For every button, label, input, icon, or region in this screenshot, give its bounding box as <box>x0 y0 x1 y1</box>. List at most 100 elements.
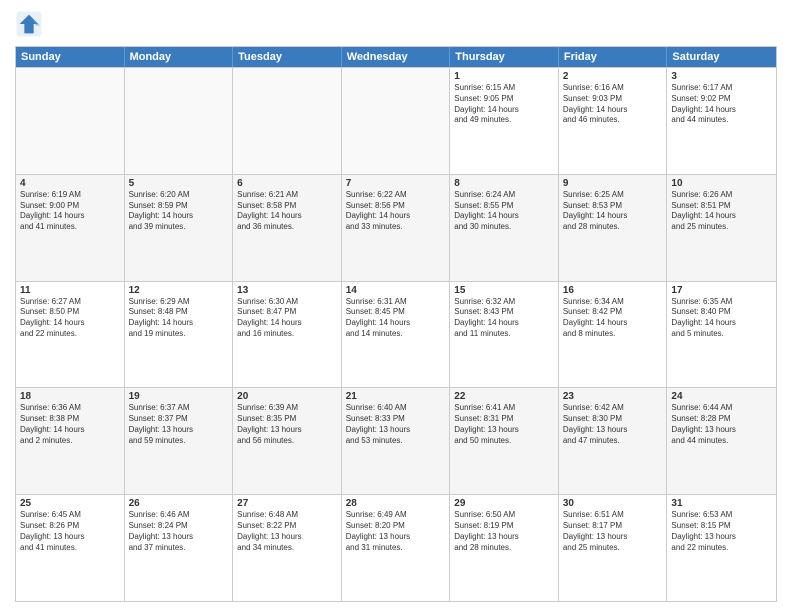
cal-cell-r0-c4: 1Sunrise: 6:15 AMSunset: 9:05 PMDaylight… <box>450 68 559 174</box>
day-number-17: 17 <box>671 285 772 296</box>
cal-cell-r1-c3: 7Sunrise: 6:22 AMSunset: 8:56 PMDaylight… <box>342 175 451 281</box>
cal-cell-r2-c0: 11Sunrise: 6:27 AMSunset: 8:50 PMDayligh… <box>16 282 125 388</box>
cal-cell-r1-c4: 8Sunrise: 6:24 AMSunset: 8:55 PMDaylight… <box>450 175 559 281</box>
cell-text-3: Sunrise: 6:17 AMSunset: 9:02 PMDaylight:… <box>671 83 772 126</box>
cal-cell-r0-c5: 2Sunrise: 6:16 AMSunset: 9:03 PMDaylight… <box>559 68 668 174</box>
weekday-wednesday: Wednesday <box>342 47 451 67</box>
day-number-30: 30 <box>563 498 663 509</box>
calendar-header: Sunday Monday Tuesday Wednesday Thursday… <box>16 47 776 67</box>
day-number-7: 7 <box>346 178 446 189</box>
cal-cell-r4-c1: 26Sunrise: 6:46 AMSunset: 8:24 PMDayligh… <box>125 495 234 601</box>
day-number-15: 15 <box>454 285 554 296</box>
day-number-28: 28 <box>346 498 446 509</box>
cal-cell-r3-c3: 21Sunrise: 6:40 AMSunset: 8:33 PMDayligh… <box>342 388 451 494</box>
cal-cell-r0-c1 <box>125 68 234 174</box>
cell-text-14: Sunrise: 6:31 AMSunset: 8:45 PMDaylight:… <box>346 297 446 340</box>
cell-text-21: Sunrise: 6:40 AMSunset: 8:33 PMDaylight:… <box>346 403 446 446</box>
calendar: Sunday Monday Tuesday Wednesday Thursday… <box>15 46 777 602</box>
cell-text-6: Sunrise: 6:21 AMSunset: 8:58 PMDaylight:… <box>237 190 337 233</box>
cal-cell-r2-c2: 13Sunrise: 6:30 AMSunset: 8:47 PMDayligh… <box>233 282 342 388</box>
day-number-23: 23 <box>563 391 663 402</box>
weekday-saturday: Saturday <box>667 47 776 67</box>
cal-cell-r0-c0 <box>16 68 125 174</box>
cell-text-31: Sunrise: 6:53 AMSunset: 8:15 PMDaylight:… <box>671 510 772 553</box>
day-number-4: 4 <box>20 178 120 189</box>
calendar-row-2: 11Sunrise: 6:27 AMSunset: 8:50 PMDayligh… <box>16 281 776 388</box>
cell-text-30: Sunrise: 6:51 AMSunset: 8:17 PMDaylight:… <box>563 510 663 553</box>
day-number-16: 16 <box>563 285 663 296</box>
cell-text-29: Sunrise: 6:50 AMSunset: 8:19 PMDaylight:… <box>454 510 554 553</box>
cal-cell-r4-c5: 30Sunrise: 6:51 AMSunset: 8:17 PMDayligh… <box>559 495 668 601</box>
weekday-monday: Monday <box>125 47 234 67</box>
day-number-25: 25 <box>20 498 120 509</box>
cell-text-4: Sunrise: 6:19 AMSunset: 9:00 PMDaylight:… <box>20 190 120 233</box>
cell-text-16: Sunrise: 6:34 AMSunset: 8:42 PMDaylight:… <box>563 297 663 340</box>
cal-cell-r3-c1: 19Sunrise: 6:37 AMSunset: 8:37 PMDayligh… <box>125 388 234 494</box>
page: Sunday Monday Tuesday Wednesday Thursday… <box>0 0 792 612</box>
day-number-13: 13 <box>237 285 337 296</box>
calendar-body: 1Sunrise: 6:15 AMSunset: 9:05 PMDaylight… <box>16 67 776 601</box>
day-number-31: 31 <box>671 498 772 509</box>
day-number-14: 14 <box>346 285 446 296</box>
day-number-11: 11 <box>20 285 120 296</box>
cell-text-15: Sunrise: 6:32 AMSunset: 8:43 PMDaylight:… <box>454 297 554 340</box>
weekday-tuesday: Tuesday <box>233 47 342 67</box>
logo <box>15 10 47 38</box>
cell-text-10: Sunrise: 6:26 AMSunset: 8:51 PMDaylight:… <box>671 190 772 233</box>
cell-text-9: Sunrise: 6:25 AMSunset: 8:53 PMDaylight:… <box>563 190 663 233</box>
day-number-27: 27 <box>237 498 337 509</box>
day-number-29: 29 <box>454 498 554 509</box>
cal-cell-r1-c1: 5Sunrise: 6:20 AMSunset: 8:59 PMDaylight… <box>125 175 234 281</box>
cal-cell-r1-c6: 10Sunrise: 6:26 AMSunset: 8:51 PMDayligh… <box>667 175 776 281</box>
cell-text-13: Sunrise: 6:30 AMSunset: 8:47 PMDaylight:… <box>237 297 337 340</box>
cal-cell-r0-c6: 3Sunrise: 6:17 AMSunset: 9:02 PMDaylight… <box>667 68 776 174</box>
cal-cell-r3-c5: 23Sunrise: 6:42 AMSunset: 8:30 PMDayligh… <box>559 388 668 494</box>
weekday-friday: Friday <box>559 47 668 67</box>
cal-cell-r1-c5: 9Sunrise: 6:25 AMSunset: 8:53 PMDaylight… <box>559 175 668 281</box>
day-number-9: 9 <box>563 178 663 189</box>
day-number-1: 1 <box>454 71 554 82</box>
cell-text-17: Sunrise: 6:35 AMSunset: 8:40 PMDaylight:… <box>671 297 772 340</box>
weekday-sunday: Sunday <box>16 47 125 67</box>
cal-cell-r0-c2 <box>233 68 342 174</box>
cal-cell-r2-c3: 14Sunrise: 6:31 AMSunset: 8:45 PMDayligh… <box>342 282 451 388</box>
cal-cell-r3-c0: 18Sunrise: 6:36 AMSunset: 8:38 PMDayligh… <box>16 388 125 494</box>
cell-text-2: Sunrise: 6:16 AMSunset: 9:03 PMDaylight:… <box>563 83 663 126</box>
calendar-row-3: 18Sunrise: 6:36 AMSunset: 8:38 PMDayligh… <box>16 387 776 494</box>
day-number-12: 12 <box>129 285 229 296</box>
day-number-5: 5 <box>129 178 229 189</box>
cal-cell-r4-c6: 31Sunrise: 6:53 AMSunset: 8:15 PMDayligh… <box>667 495 776 601</box>
cell-text-18: Sunrise: 6:36 AMSunset: 8:38 PMDaylight:… <box>20 403 120 446</box>
day-number-19: 19 <box>129 391 229 402</box>
cal-cell-r2-c1: 12Sunrise: 6:29 AMSunset: 8:48 PMDayligh… <box>125 282 234 388</box>
cell-text-24: Sunrise: 6:44 AMSunset: 8:28 PMDaylight:… <box>671 403 772 446</box>
day-number-10: 10 <box>671 178 772 189</box>
cal-cell-r4-c4: 29Sunrise: 6:50 AMSunset: 8:19 PMDayligh… <box>450 495 559 601</box>
cal-cell-r3-c4: 22Sunrise: 6:41 AMSunset: 8:31 PMDayligh… <box>450 388 559 494</box>
cal-cell-r3-c2: 20Sunrise: 6:39 AMSunset: 8:35 PMDayligh… <box>233 388 342 494</box>
cal-cell-r3-c6: 24Sunrise: 6:44 AMSunset: 8:28 PMDayligh… <box>667 388 776 494</box>
day-number-22: 22 <box>454 391 554 402</box>
cell-text-19: Sunrise: 6:37 AMSunset: 8:37 PMDaylight:… <box>129 403 229 446</box>
cal-cell-r2-c5: 16Sunrise: 6:34 AMSunset: 8:42 PMDayligh… <box>559 282 668 388</box>
cell-text-23: Sunrise: 6:42 AMSunset: 8:30 PMDaylight:… <box>563 403 663 446</box>
cal-cell-r4-c3: 28Sunrise: 6:49 AMSunset: 8:20 PMDayligh… <box>342 495 451 601</box>
day-number-2: 2 <box>563 71 663 82</box>
cell-text-26: Sunrise: 6:46 AMSunset: 8:24 PMDaylight:… <box>129 510 229 553</box>
cell-text-27: Sunrise: 6:48 AMSunset: 8:22 PMDaylight:… <box>237 510 337 553</box>
cell-text-7: Sunrise: 6:22 AMSunset: 8:56 PMDaylight:… <box>346 190 446 233</box>
day-number-20: 20 <box>237 391 337 402</box>
cal-cell-r4-c2: 27Sunrise: 6:48 AMSunset: 8:22 PMDayligh… <box>233 495 342 601</box>
cell-text-11: Sunrise: 6:27 AMSunset: 8:50 PMDaylight:… <box>20 297 120 340</box>
day-number-8: 8 <box>454 178 554 189</box>
cell-text-28: Sunrise: 6:49 AMSunset: 8:20 PMDaylight:… <box>346 510 446 553</box>
cell-text-1: Sunrise: 6:15 AMSunset: 9:05 PMDaylight:… <box>454 83 554 126</box>
cal-cell-r2-c6: 17Sunrise: 6:35 AMSunset: 8:40 PMDayligh… <box>667 282 776 388</box>
cell-text-12: Sunrise: 6:29 AMSunset: 8:48 PMDaylight:… <box>129 297 229 340</box>
day-number-3: 3 <box>671 71 772 82</box>
cell-text-5: Sunrise: 6:20 AMSunset: 8:59 PMDaylight:… <box>129 190 229 233</box>
day-number-24: 24 <box>671 391 772 402</box>
calendar-row-4: 25Sunrise: 6:45 AMSunset: 8:26 PMDayligh… <box>16 494 776 601</box>
calendar-row-0: 1Sunrise: 6:15 AMSunset: 9:05 PMDaylight… <box>16 67 776 174</box>
cal-cell-r0-c3 <box>342 68 451 174</box>
